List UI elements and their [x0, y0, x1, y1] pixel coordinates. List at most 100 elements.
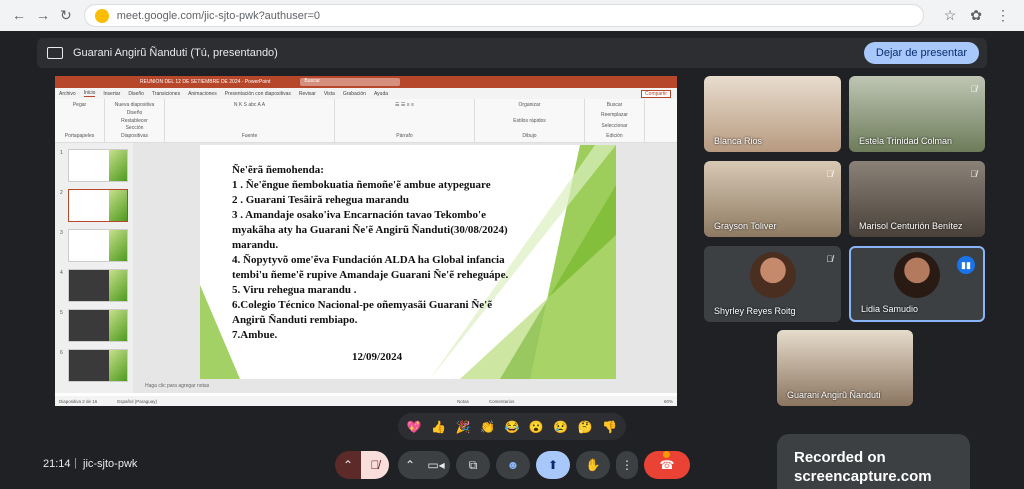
mic-options-button[interactable]: ⌃	[335, 451, 361, 479]
ribbon-group-label: Fuente	[241, 133, 258, 139]
ppt-tab-file[interactable]: Archivo	[59, 91, 76, 97]
reaction-clap[interactable]: 👏	[480, 420, 495, 434]
ppt-search-box[interactable]: Buscar	[300, 78, 401, 86]
ppt-tab-insert[interactable]: Insertar	[103, 91, 120, 97]
paragraph-format-icons[interactable]: ☰ ☰ ≡ ≡	[395, 102, 414, 108]
language-indicator[interactable]: Español (Paraguay)	[117, 399, 157, 404]
arrange-button[interactable]: Organizar	[519, 102, 541, 108]
quick-styles-button[interactable]: Estilos rápidos	[513, 118, 546, 124]
site-icon	[94, 8, 109, 23]
slide-thumbnail-selected[interactable]: 2	[60, 189, 128, 222]
ribbon-group-label: Párrafo	[396, 133, 413, 139]
bookmark-star-icon[interactable]: ☆	[944, 7, 957, 24]
emoji-button[interactable]: ☻	[496, 451, 530, 479]
slide-thumbnail[interactable]: 3	[60, 229, 128, 262]
zoom-level[interactable]: 60%	[664, 399, 673, 404]
notes-pane[interactable]: Haga clic para agregar notas	[145, 383, 209, 389]
participant-tile-self[interactable]: Guarani Angirũ Ñanduti	[777, 330, 913, 406]
camera-toggle-button[interactable]: ▭◂	[422, 451, 450, 479]
notes-toggle[interactable]: Notas	[457, 399, 469, 404]
comments-toggle[interactable]: Comentarios	[489, 399, 515, 404]
participant-tile[interactable]: 🎙̸ Marisol Centurión Benítez	[849, 161, 985, 237]
camera-options-button[interactable]: ⌃	[398, 451, 422, 479]
speaking-indicator-icon: ▮▮	[957, 256, 975, 274]
meeting-separator: |	[74, 457, 77, 469]
presenting-title: Guarani Angirũ Ñanduti (Tú, presentando)	[73, 47, 278, 59]
mic-off-icon: 🎙̸	[370, 458, 380, 472]
present-screen-icon: ⬆	[547, 458, 559, 472]
chevron-up-icon: ⌃	[342, 458, 354, 472]
slide-line: 6.Colegio Técnico Nacional-pe oñemyasãi …	[232, 299, 493, 311]
replace-button[interactable]: Reemplazar	[601, 112, 628, 118]
slide-line: Angirũ Ñanduti rembiapo.	[232, 314, 358, 326]
back-icon[interactable]: ←	[12, 7, 26, 24]
participant-name: Guarani Angirũ Ñanduti	[787, 390, 881, 400]
section-button[interactable]: Sección	[126, 125, 144, 131]
find-button[interactable]: Buscar	[607, 102, 623, 108]
participant-tile[interactable]: 🎙̸ Estela Trinidad Colman	[849, 76, 985, 152]
browser-toolbar: ← → ↻ meet.google.com/jic-sjto-pwk?authu…	[0, 0, 1024, 31]
current-slide[interactable]: Ñe'ẽrã ñemohenda: 1 . Ñe'ẽngue ñembokuat…	[200, 145, 616, 379]
new-slide-button[interactable]: Nueva diapositiva	[115, 102, 154, 108]
mic-toggle-button[interactable]: 🎙̸	[361, 451, 389, 479]
hang-up-icon: ☎	[659, 458, 675, 472]
ribbon-group-label: Edición	[606, 132, 623, 139]
font-format-icons[interactable]: N K S abc A A	[234, 102, 265, 108]
slide-date: 12/09/2024	[352, 351, 403, 363]
present-button[interactable]: ⬆	[536, 451, 570, 479]
more-options-button[interactable]: ⋮	[616, 451, 638, 479]
reaction-heart[interactable]: 💖	[407, 420, 422, 434]
reset-button[interactable]: Restablecer	[121, 118, 148, 124]
paste-button[interactable]: Pegar	[73, 102, 86, 108]
participant-tile-speaking[interactable]: ▮▮ Lidia Samudio	[849, 246, 985, 322]
slide-thumbnail[interactable]: 4	[60, 269, 128, 302]
ppt-file-title: REUNION DEL 12 DE SETIEMBRE DE 2024 - Po…	[140, 79, 271, 85]
ppt-tab-animations[interactable]: Animaciones	[188, 91, 217, 97]
extensions-icon[interactable]: ✿	[970, 7, 982, 24]
participant-name: Marisol Centurión Benítez	[859, 221, 963, 231]
emoji-icon: ☻	[506, 458, 520, 472]
participant-tile[interactable]: 🎙̸ Shyrley Reyes Roitg	[704, 246, 841, 322]
slide-thumbnail[interactable]: 1	[60, 149, 128, 182]
ppt-tab-transitions[interactable]: Transiciones	[152, 91, 180, 97]
ppt-tab-slideshow[interactable]: Presentación con diapositivas	[225, 91, 291, 97]
reaction-thumbs-down[interactable]: 👎	[602, 420, 617, 434]
more-vert-icon: ⋮	[621, 458, 633, 472]
stop-presenting-button[interactable]: Dejar de presentar	[863, 42, 979, 64]
ppt-tab-recording[interactable]: Grabación	[343, 91, 366, 97]
reaction-laugh[interactable]: 😂	[504, 420, 519, 434]
menu-kebab-icon[interactable]: ⋮	[996, 7, 1010, 24]
forward-icon[interactable]: →	[36, 7, 50, 24]
ribbon-group-label: Dibujo	[522, 133, 537, 139]
layout-button[interactable]: Diseño	[127, 110, 143, 116]
participant-tile[interactable]: Blanca Rios	[704, 76, 841, 152]
ppt-workspace: 1 2 3 4 5 6 Ñe'ẽrã ñemohenda: 1 . Ñe'ẽng…	[55, 143, 677, 393]
mic-off-icon: 🎙̸	[826, 254, 833, 264]
participant-name: Blanca Rios	[714, 136, 763, 146]
ppt-tab-review[interactable]: Revisar	[299, 91, 316, 97]
ppt-tab-home[interactable]: Inicio	[83, 90, 96, 97]
ppt-tab-view[interactable]: Vista	[324, 91, 335, 97]
ppt-share-button[interactable]: Compartir	[641, 89, 671, 98]
captions-button[interactable]: ⧉	[456, 451, 490, 479]
slide-thumbnail[interactable]: 5	[60, 309, 128, 342]
reaction-thinking[interactable]: 🤔	[578, 420, 593, 434]
address-bar[interactable]: meet.google.com/jic-sjto-pwk?authuser=0	[83, 4, 924, 27]
ribbon-group-slides: Nueva diapositiva Diseño Restablecer Sec…	[105, 99, 165, 142]
select-button[interactable]: Seleccionar	[601, 123, 627, 129]
slide-line: 2 . Guarani Tesãirã rehegua marandu	[232, 194, 410, 206]
reaction-sad[interactable]: 😢	[553, 420, 568, 434]
participant-tile[interactable]: 🎙̸ Grayson Toliver	[704, 161, 841, 237]
slide-line: 7.Ambue.	[232, 329, 278, 341]
reload-icon[interactable]: ↻	[60, 7, 72, 24]
reaction-surprised[interactable]: 😮	[529, 420, 544, 434]
raise-hand-button[interactable]: ✋	[576, 451, 610, 479]
reaction-party[interactable]: 🎉	[456, 420, 471, 434]
ppt-menu-tabs: Archivo Inicio Insertar Diseño Transicio…	[55, 88, 677, 99]
ppt-tab-design[interactable]: Diseño	[128, 91, 144, 97]
ppt-tab-help[interactable]: Ayuda	[374, 91, 388, 97]
slide-thumbnail[interactable]: 6	[60, 349, 128, 382]
camera-icon: ▭◂	[427, 458, 445, 472]
reaction-thumbs-up[interactable]: 👍	[431, 420, 446, 434]
ribbon-group-editing: Buscar Reemplazar Seleccionar Edición	[585, 99, 645, 142]
